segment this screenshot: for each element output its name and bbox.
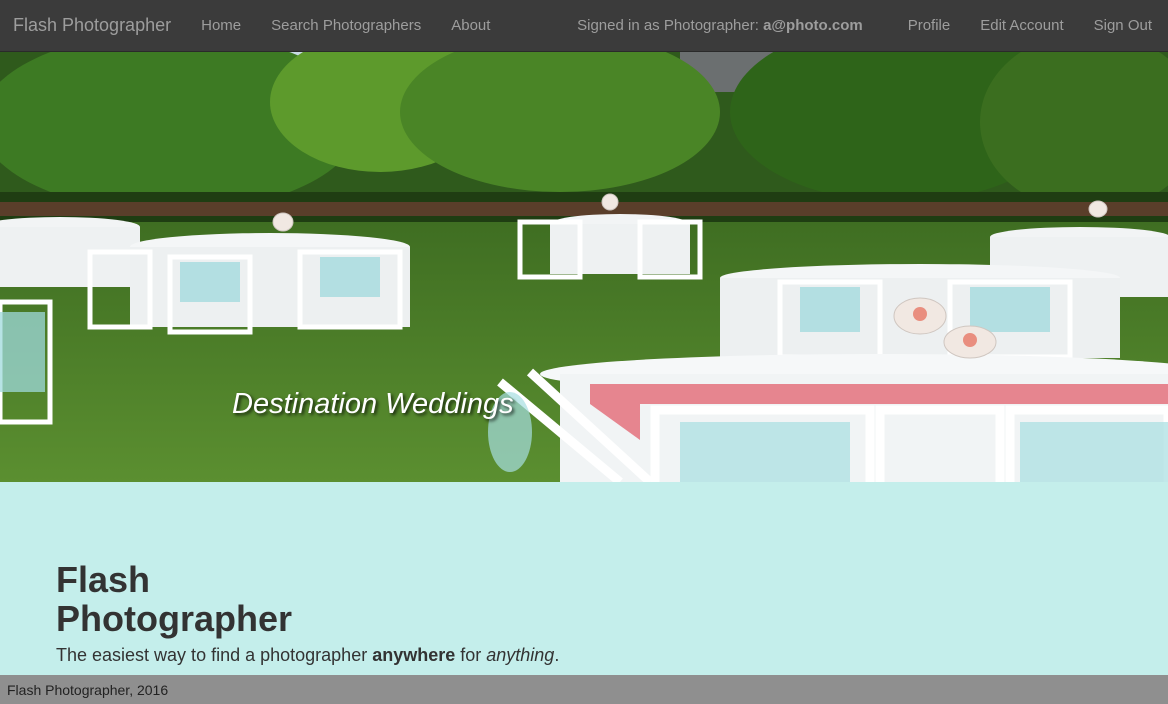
footer: Flash Photographer, 2016	[0, 675, 1168, 704]
tagline-bold: anywhere	[372, 645, 456, 665]
nav-link-edit-account[interactable]: Edit Account	[980, 17, 1063, 34]
footer-text: Flash Photographer, 2016	[7, 681, 169, 698]
nav-right-links: Signed in as Photographer: a@photo.com P…	[577, 17, 1168, 34]
hero-caption: Destination Weddings	[232, 388, 514, 420]
brand-link[interactable]: Flash Photographer	[0, 15, 186, 36]
nav-link-profile[interactable]: Profile	[908, 17, 951, 34]
tagline-start: The easiest way to find a photographer	[56, 645, 373, 665]
tagline-italic: anything	[486, 645, 555, 665]
jumbotron-title-line2: Photographer	[56, 598, 293, 639]
nav-left-links: Home Search Photographers About	[186, 17, 505, 34]
nav-link-home[interactable]: Home	[201, 17, 241, 34]
nav-link-about[interactable]: About	[451, 17, 490, 34]
signed-in-prefix: Signed in as Photographer:	[577, 17, 759, 34]
jumbotron-title-line1: Flash	[56, 559, 151, 600]
tagline-mid: for	[455, 645, 487, 665]
hero-banner: Destination Weddings	[0, 52, 1168, 482]
nav-link-sign-out[interactable]: Sign Out	[1094, 17, 1152, 34]
hero-wedding-photo	[0, 52, 1168, 482]
jumbotron: Flash Photographer The easiest way to fi…	[56, 560, 559, 666]
jumbotron-title: Flash Photographer	[56, 560, 316, 638]
tagline-end: .	[554, 645, 560, 665]
signed-in-user: a@photo.com	[763, 17, 863, 34]
nav-link-search-photographers[interactable]: Search Photographers	[271, 17, 421, 34]
jumbotron-tagline: The easiest way to find a photographer a…	[56, 645, 559, 666]
signed-in-status: Signed in as Photographer: a@photo.com	[577, 17, 863, 34]
top-navbar: Flash Photographer Home Search Photograp…	[0, 0, 1168, 52]
